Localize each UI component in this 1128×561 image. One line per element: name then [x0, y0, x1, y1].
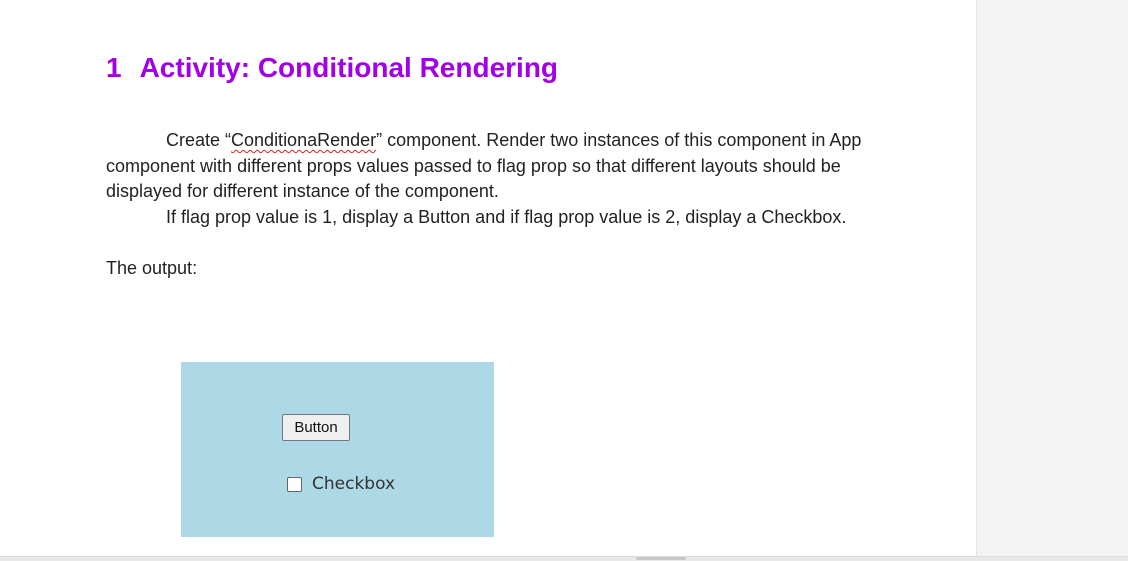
output-label: The output: — [106, 257, 198, 278]
section-title: Activity: Conditional Rendering — [139, 52, 559, 83]
demo-checkbox-row[interactable]: Checkbox — [287, 472, 395, 496]
demo-button[interactable]: Button — [282, 414, 350, 441]
body-text: Create “ConditionaRender” component. Ren… — [106, 128, 866, 281]
horizontal-scrollbar[interactable] — [0, 556, 1128, 561]
demo-checkbox[interactable] — [287, 476, 302, 492]
output-screenshot: Button Checkbox — [181, 362, 494, 537]
demo-checkbox-label: Checkbox — [312, 474, 396, 494]
paragraph-text: Create “ — [166, 130, 232, 150]
paragraph-conditions: If flag prop value is 1, display a Butto… — [106, 205, 866, 231]
paragraph-instructions: Create “ConditionaRender” component. Ren… — [106, 128, 866, 205]
paragraph-text: If flag prop value is 1, display a Butto… — [166, 206, 847, 227]
misspelled-word: ConditionaRender — [231, 130, 377, 150]
section-heading: 1 Activity: Conditional Rendering — [106, 48, 558, 88]
section-number: 1 — [106, 52, 122, 83]
side-panel — [977, 0, 1128, 556]
document-page: 1 Activity: Conditional Rendering Create … — [0, 0, 977, 556]
